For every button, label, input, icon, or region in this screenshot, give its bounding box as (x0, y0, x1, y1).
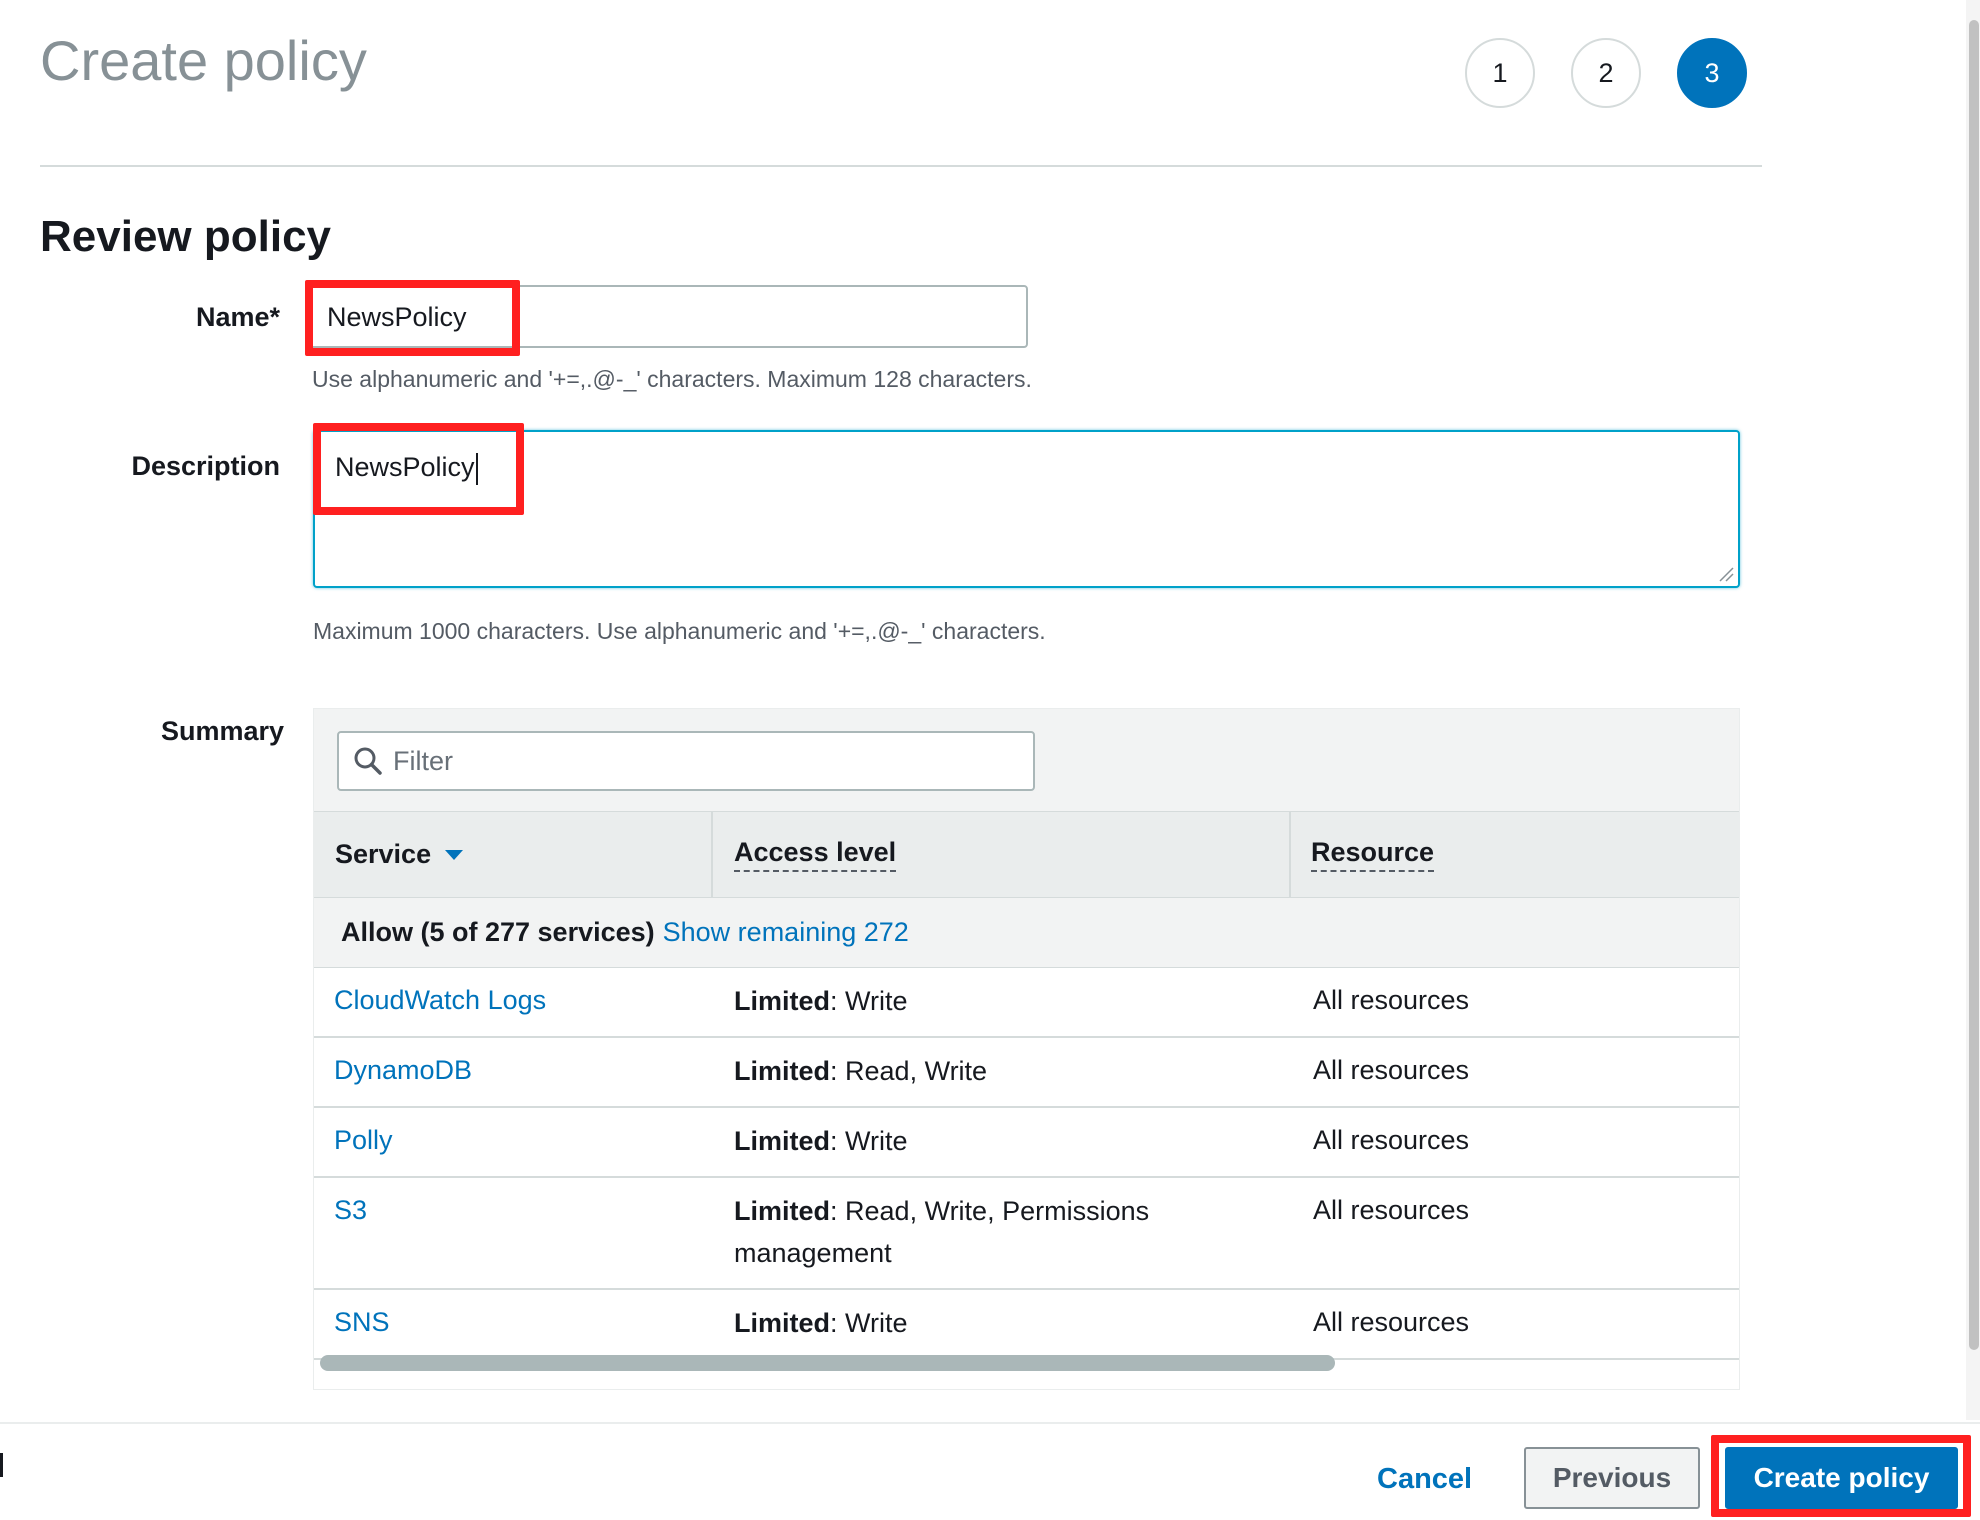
table-row: SNS Limited: Write All resources (314, 1290, 1739, 1360)
column-header-service[interactable]: Service (314, 812, 713, 897)
create-policy-button[interactable]: Create policy (1725, 1447, 1958, 1509)
resource-cell: All resources (1313, 1055, 1470, 1085)
table-header: Service Access level Resource (314, 812, 1739, 898)
name-input[interactable]: NewsPolicy (305, 285, 1028, 348)
previous-button[interactable]: Previous (1524, 1447, 1700, 1509)
resource-cell: All resources (1313, 985, 1470, 1015)
access-level-cell: Limited: Write (734, 986, 908, 1016)
summary-label: Summary (160, 716, 284, 746)
filter-placeholder: Filter (393, 745, 453, 776)
filter-input[interactable]: Filter (337, 731, 1035, 791)
access-level-cell: Limited: Write (734, 1126, 908, 1156)
column-label-access-level: Access level (734, 837, 897, 872)
resize-grip-icon[interactable] (1718, 566, 1734, 582)
section-title: Review policy (40, 212, 332, 261)
step-1[interactable]: 1 (1465, 38, 1535, 108)
sort-caret-icon (445, 849, 464, 860)
description-textarea[interactable]: NewsPolicy (313, 430, 1740, 588)
access-level-cell: Limited: Read, Write (734, 1056, 988, 1086)
horizontal-scrollbar[interactable] (320, 1355, 1335, 1371)
column-header-resource[interactable]: Resource (1291, 812, 1739, 897)
show-remaining-link[interactable]: Show remaining 272 (663, 917, 909, 948)
resource-cell: All resources (1313, 1307, 1470, 1337)
table-row: CloudWatch Logs Limited: Write All resou… (314, 968, 1739, 1038)
name-hint: Use alphanumeric and '+=,.@-_' character… (312, 366, 1032, 392)
access-level-cell: Limited: Write (734, 1308, 908, 1338)
name-label: Name* (195, 302, 280, 332)
cancel-button[interactable]: Cancel (1377, 1463, 1472, 1496)
resource-cell: All resources (1313, 1125, 1470, 1155)
footer-edge-mark (0, 1453, 3, 1477)
vertical-scrollbar[interactable] (1969, 20, 1979, 1350)
service-link[interactable]: CloudWatch Logs (334, 985, 546, 1016)
description-hint: Maximum 1000 characters. Use alphanumeri… (313, 618, 1046, 644)
header-divider (40, 165, 1762, 167)
service-link[interactable]: SNS (334, 1307, 390, 1338)
service-link[interactable]: S3 (334, 1195, 367, 1226)
service-link[interactable]: DynamoDB (334, 1055, 472, 1086)
column-label-service: Service (335, 839, 432, 869)
text-cursor (475, 452, 478, 485)
step-3-current: 3 (1677, 38, 1747, 108)
filter-bar: Filter (314, 709, 1739, 812)
table-row: S3 Limited: Read, Write, Permissions man… (314, 1178, 1739, 1290)
step-2[interactable]: 2 (1571, 38, 1641, 108)
allow-group-row: Allow (5 of 277 services) Show remaining… (314, 898, 1739, 968)
column-label-resource: Resource (1311, 837, 1435, 872)
search-icon (354, 747, 382, 775)
description-value: NewsPolicy (335, 452, 475, 482)
summary-table: Filter Service Access level Resource All… (313, 708, 1740, 1390)
access-level-cell: Limited: Read, Write, Permissions manage… (734, 1196, 1150, 1268)
table-row: DynamoDB Limited: Read, Write All resour… (314, 1038, 1739, 1108)
table-row: Polly Limited: Write All resources (314, 1108, 1739, 1178)
description-label: Description (131, 451, 280, 481)
resource-cell: All resources (1313, 1195, 1470, 1225)
service-link[interactable]: Polly (334, 1125, 393, 1156)
column-header-access-level[interactable]: Access level (713, 812, 1291, 897)
page-title: Create policy (40, 29, 367, 92)
allow-group-label: Allow (5 of 277 services) (341, 917, 655, 947)
wizard-steps: 1 2 3 (1465, 38, 1747, 108)
